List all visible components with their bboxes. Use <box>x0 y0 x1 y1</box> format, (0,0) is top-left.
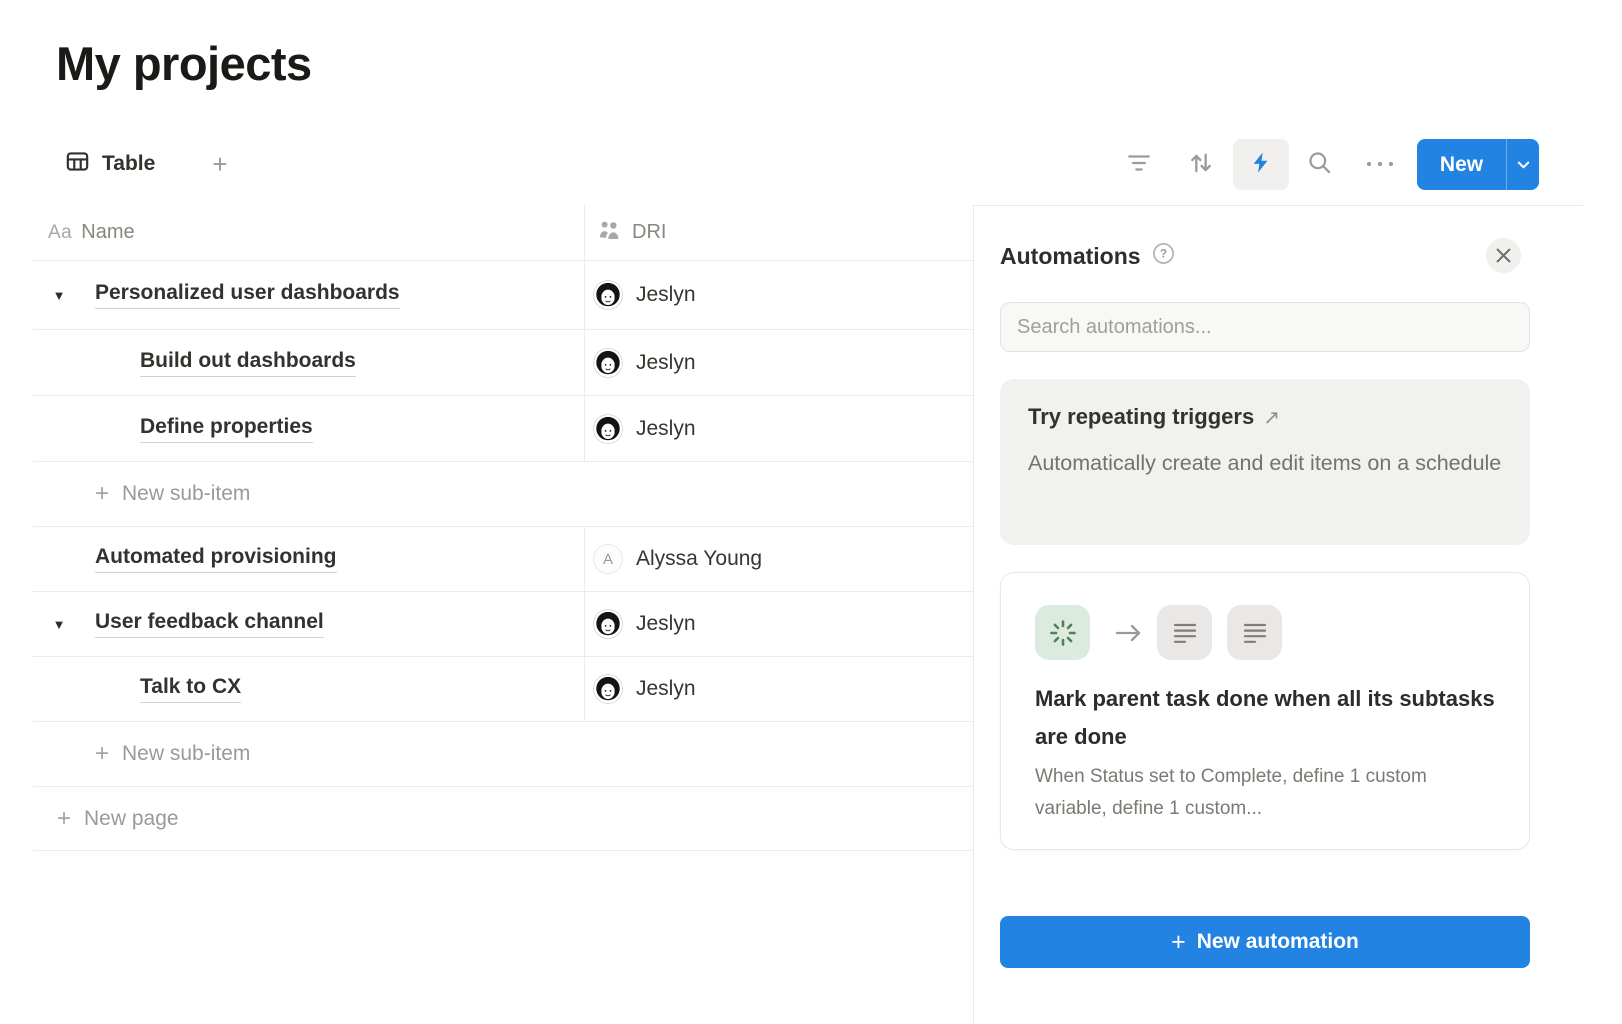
column-header-name[interactable]: Aa Name <box>33 205 585 260</box>
text-property-icon: Aa <box>48 222 72 244</box>
table-row: + New sub-item <box>33 722 973 787</box>
close-panel-button[interactable] <box>1486 238 1521 273</box>
chevron-down-icon <box>1516 157 1531 172</box>
new-automation-button[interactable]: + New automation <box>1000 916 1530 968</box>
table-row: + New page <box>33 787 973 851</box>
dri-cell[interactable]: Jeslyn <box>585 396 973 461</box>
close-icon <box>1496 248 1511 263</box>
dri-person-name: Jeslyn <box>636 417 696 441</box>
dri-person-name: Jeslyn <box>636 677 696 701</box>
table-row: ▼ Personalized user dashboards Jeslyn <box>33 261 973 330</box>
people-icon <box>597 219 622 247</box>
filter-icon <box>1126 150 1152 181</box>
filter-button[interactable] <box>1124 150 1154 180</box>
automation-title: Mark parent task done when all its subta… <box>1035 680 1495 756</box>
new-dropdown-button[interactable] <box>1507 139 1539 190</box>
page-link[interactable]: Build out dashboards <box>140 349 356 377</box>
search-automations-input[interactable] <box>1000 302 1530 352</box>
help-icon[interactable]: ? <box>1152 242 1175 270</box>
sort-button[interactable] <box>1186 150 1216 180</box>
new-sub-item-button[interactable]: + New sub-item <box>33 462 973 526</box>
new-sub-item-button[interactable]: + New sub-item <box>33 722 973 786</box>
search-icon <box>1306 149 1333 181</box>
repeating-triggers-promo-card[interactable]: Try repeating triggers ↗ Automatically c… <box>1000 379 1530 545</box>
search-button[interactable] <box>1304 150 1334 180</box>
table-view-icon <box>66 150 89 178</box>
page-link[interactable]: Personalized user dashboards <box>95 281 400 309</box>
dri-person-name: Jeslyn <box>636 612 696 636</box>
more-options-button[interactable] <box>1360 150 1400 180</box>
action-edit-property-icon <box>1157 605 1212 660</box>
lightning-bolt-icon <box>1250 151 1273 179</box>
dri-cell[interactable]: Jeslyn <box>585 330 973 395</box>
tab-table-view[interactable]: Table <box>66 142 155 186</box>
automations-panel-header: Automations ? <box>1000 236 1175 276</box>
page-link[interactable]: User feedback channel <box>95 610 324 638</box>
new-page-button[interactable]: + New page <box>33 787 973 850</box>
plus-icon: + <box>95 740 109 768</box>
avatar <box>593 414 623 444</box>
dri-person-name: Jeslyn <box>636 283 696 307</box>
avatar <box>593 674 623 704</box>
new-automation-label: New automation <box>1197 930 1359 954</box>
plus-icon: + <box>1171 928 1186 957</box>
new-button-label[interactable]: New <box>1417 139 1506 190</box>
dri-column-label: DRI <box>632 221 666 244</box>
action-edit-property-icon <box>1227 605 1282 660</box>
panel-title: Automations <box>1000 243 1141 270</box>
panel-divider <box>973 206 974 1024</box>
external-link-arrow-icon: ↗ <box>1263 405 1280 430</box>
table-header-row: Aa Name DRI <box>33 205 973 261</box>
trigger-status-icon <box>1035 605 1090 660</box>
automations-button[interactable] <box>1233 139 1289 190</box>
svg-text:?: ? <box>1159 247 1166 261</box>
page-link[interactable]: Define properties <box>140 415 313 443</box>
avatar <box>593 280 623 310</box>
table-row: + New sub-item <box>33 462 973 527</box>
page-link[interactable]: Talk to CX <box>140 675 241 703</box>
page-link[interactable]: Automated provisioning <box>95 545 337 573</box>
notion-window: My projects Table + New <box>0 0 1622 1024</box>
plus-icon: + <box>57 805 71 833</box>
dri-cell[interactable]: A Alyssa Young <box>585 527 973 591</box>
tab-table-label: Table <box>102 152 155 176</box>
new-sub-item-label: New sub-item <box>122 482 250 506</box>
promo-description: Automatically create and edit items on a… <box>1028 443 1502 483</box>
table-row: Automated provisioning A Alyssa Young <box>33 527 973 592</box>
collapse-toggle-icon[interactable]: ▼ <box>37 617 81 632</box>
page-title: My projects <box>56 36 312 91</box>
avatar <box>593 609 623 639</box>
dri-person-name: Alyssa Young <box>636 547 762 571</box>
ellipsis-icon <box>1364 156 1396 174</box>
avatar <box>593 348 623 378</box>
collapse-toggle-icon[interactable]: ▼ <box>37 288 81 303</box>
new-split-button[interactable]: New <box>1417 139 1539 190</box>
new-sub-item-label: New sub-item <box>122 742 250 766</box>
avatar: A <box>593 544 623 574</box>
column-header-dri[interactable]: DRI <box>585 205 973 260</box>
new-page-label: New page <box>84 807 179 831</box>
dri-person-name: Jeslyn <box>636 351 696 375</box>
dri-cell[interactable]: Jeslyn <box>585 657 973 721</box>
plus-icon: + <box>95 480 109 508</box>
name-column-label: Name <box>81 221 134 244</box>
table-row: ▼ User feedback channel Jeslyn <box>33 592 973 657</box>
table-row: Talk to CX Jeslyn <box>33 657 973 722</box>
automation-description: When Status set to Complete, define 1 cu… <box>1035 761 1495 825</box>
sort-icon <box>1187 149 1215 182</box>
table-row: Define properties Jeslyn <box>33 396 973 462</box>
add-view-button[interactable]: + <box>200 144 240 184</box>
table-row: Build out dashboards Jeslyn <box>33 330 973 396</box>
arrow-right-icon <box>1114 622 1144 644</box>
automation-card[interactable]: Mark parent task done when all its subta… <box>1000 572 1530 850</box>
promo-title: Try repeating triggers <box>1028 404 1254 430</box>
dri-cell[interactable]: Jeslyn <box>585 261 973 329</box>
dri-cell[interactable]: Jeslyn <box>585 592 973 656</box>
